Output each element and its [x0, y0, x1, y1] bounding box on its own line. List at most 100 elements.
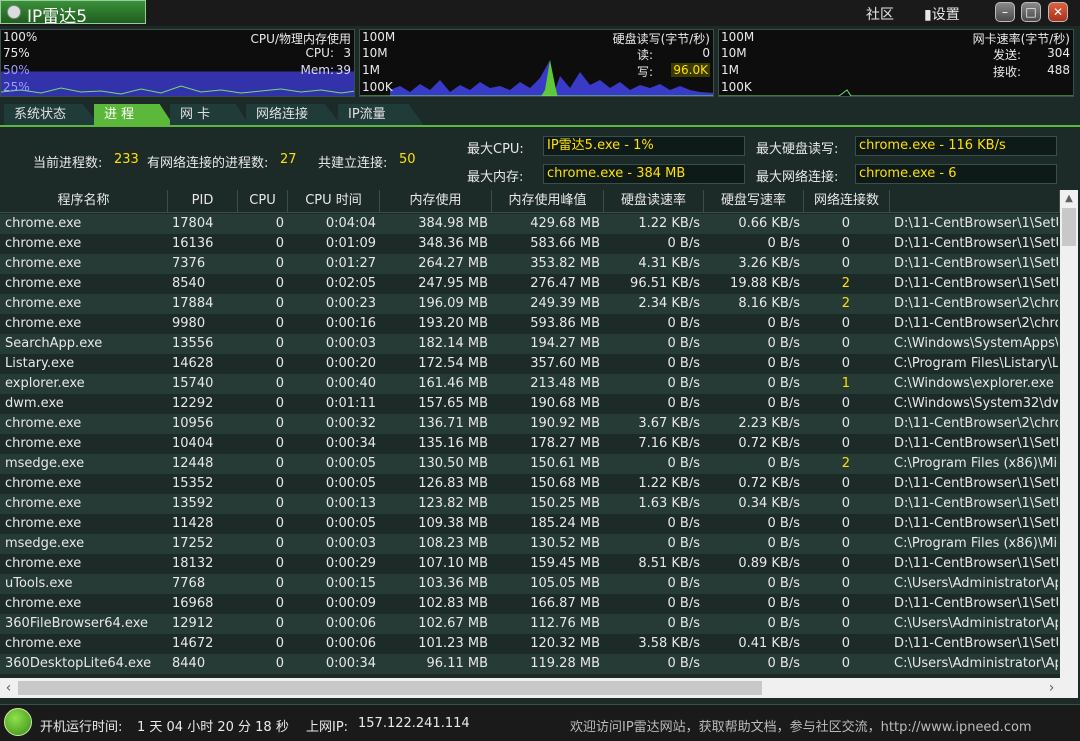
table-row[interactable]: uTools.exe 7768 0 0:00:15 103.36 MB 105.05 MB… — [0, 574, 1060, 594]
cell-col-path: C:\Users\Administrator\App — [894, 616, 1058, 631]
app-logo-icon — [7, 5, 21, 19]
table-row[interactable]: Listary.exe 14628 0 0:00:20 172.54 MB 357.60 … — [0, 354, 1060, 374]
cell-col-disk-write: 0 B/s — [767, 456, 800, 471]
cell-col-net-conn: 0 — [841, 336, 850, 351]
header-col-path[interactable] — [890, 190, 1060, 212]
table-row[interactable]: chrome.exe 7376 0 0:01:27 264.27 MB 353.82 MB… — [0, 254, 1060, 274]
table-row[interactable]: chrome.exe 15352 0 0:00:05 126.83 MB 150.68 M… — [0, 474, 1060, 494]
cell-col-name: 360FileBrowser64.exe — [5, 616, 148, 631]
scroll-left-icon[interactable]: ‹ — [0, 678, 17, 698]
cell-col-mem: 348.36 MB — [418, 236, 488, 251]
cell-col-net-conn: 0 — [841, 576, 850, 591]
disk-panel-title: 硬盘读写(字节/秒) — [612, 32, 710, 46]
header-col-pid[interactable]: PID — [168, 190, 238, 212]
cell-col-pid: 15740 — [172, 376, 214, 391]
cell-col-net-conn: 0 — [841, 596, 850, 611]
net-level-1m: 1M — [721, 63, 739, 77]
header-col-mem[interactable]: 内存使用 — [380, 190, 492, 212]
cell-col-cpu-time: 0:01:09 — [325, 236, 376, 251]
cell-col-cpu: 0 — [275, 576, 284, 591]
cell-col-mem: 161.46 MB — [418, 376, 488, 391]
table-row[interactable]: chrome.exe 8540 0 0:02:05 247.95 MB 276.47 MB… — [0, 274, 1060, 294]
cell-col-mem: 108.23 MB — [418, 536, 488, 551]
table-row[interactable]: dwm.exe 12292 0 0:01:11 157.65 MB 190.68 MB 0 … — [0, 394, 1060, 414]
disk-panel: 100M 10M 1M 100K 硬盘读写(字节/秒) 读: 0 写: 96.0… — [359, 29, 714, 97]
cell-col-disk-read: 7.16 KB/s — [638, 436, 700, 451]
tab-process[interactable]: 进 程 — [94, 104, 174, 126]
header-col-name[interactable]: 程序名称 — [0, 190, 168, 212]
cell-col-net-conn: 0 — [841, 536, 850, 551]
table-row[interactable]: chrome.exe 18132 0 0:00:29 107.10 MB 159.45 M… — [0, 554, 1060, 574]
table-row[interactable]: chrome.exe 13592 0 0:00:13 123.82 MB 150.25 M… — [0, 494, 1060, 514]
tab-connections[interactable]: 网络连接 — [246, 104, 342, 126]
net-panel: 100M 10M 1M 100K 网卡速率(字节/秒) 发送: 304 接收: … — [718, 29, 1074, 97]
settings-link[interactable]: ▮设置 — [924, 4, 960, 24]
cell-col-mem: 384.98 MB — [418, 216, 488, 231]
close-button[interactable]: ✕ — [1048, 2, 1068, 22]
table-row[interactable]: explorer.exe 15740 0 0:00:40 161.46 MB 213.48… — [0, 374, 1060, 394]
table-row[interactable]: SearchApp.exe 13556 0 0:00:03 182.14 MB 194.2… — [0, 334, 1060, 354]
cell-col-cpu: 0 — [275, 636, 284, 651]
table-row[interactable]: chrome.exe 9980 0 0:00:16 193.20 MB 593.86 MB… — [0, 314, 1060, 334]
cell-col-mem-peak: 150.61 MB — [530, 456, 600, 471]
cell-col-name: chrome.exe — [5, 256, 82, 271]
cell-col-pid: 8440 — [172, 656, 206, 671]
cell-col-disk-write: 0.89 KB/s — [738, 556, 800, 571]
cell-col-cpu-time: 0:00:06 — [325, 616, 376, 631]
table-row[interactable]: msedge.exe 12448 0 0:00:05 130.50 MB 150.61 M… — [0, 454, 1060, 474]
cell-col-name: chrome.exe — [5, 276, 82, 291]
cell-col-cpu-time: 0:00:23 — [325, 296, 376, 311]
cell-col-cpu-time: 0:00:03 — [325, 536, 376, 551]
cell-col-path: C:\Program Files (x86)\Micr — [894, 536, 1058, 551]
tab-nic[interactable]: 网 卡 — [170, 104, 250, 126]
horizontal-scrollbar[interactable]: ‹ › — [0, 678, 1060, 698]
table-row[interactable]: chrome.exe 11428 0 0:00:05 109.38 MB 185.24 M… — [0, 514, 1060, 534]
vertical-scroll-thumb[interactable] — [1062, 208, 1076, 246]
cell-col-name: chrome.exe — [5, 236, 82, 251]
community-link[interactable]: 社区 — [866, 4, 894, 24]
scroll-up-icon[interactable]: ▲ — [1060, 190, 1078, 207]
cell-col-disk-read: 0 B/s — [667, 396, 700, 411]
tab-system-status[interactable]: 系统状态 — [4, 104, 100, 126]
table-row[interactable]: chrome.exe 17804 0 0:04:04 384.98 MB 429.68 M… — [0, 214, 1060, 234]
cell-col-name: msedge.exe — [5, 536, 85, 551]
vertical-scrollbar[interactable]: ▲ — [1060, 190, 1078, 678]
cell-col-cpu-time: 0:00:09 — [325, 596, 376, 611]
table-row[interactable]: 360FileBrowser64.exe 12912 0 0:00:06 102.67 … — [0, 614, 1060, 634]
cell-col-net-conn: 0 — [841, 656, 850, 671]
table-row[interactable]: chrome.exe 16968 0 0:00:09 102.83 MB 166.87 M… — [0, 594, 1060, 614]
cell-col-disk-write: 0.34 KB/s — [738, 496, 800, 511]
cell-col-mem: 136.71 MB — [418, 416, 488, 431]
cell-col-disk-write: 0 B/s — [767, 396, 800, 411]
cell-col-cpu: 0 — [275, 276, 284, 291]
maximize-button[interactable]: □ — [1021, 2, 1041, 22]
tab-ip-traffic[interactable]: IP流量 — [338, 104, 424, 126]
table-row[interactable]: chrome.exe 10404 0 0:00:34 135.16 MB 178.27 M… — [0, 434, 1060, 454]
header-col-cpu[interactable]: CPU — [238, 190, 288, 212]
cell-col-pid: 10956 — [172, 416, 214, 431]
cell-col-cpu: 0 — [275, 456, 284, 471]
cell-col-name: chrome.exe — [5, 416, 82, 431]
cell-col-mem: 172.54 MB — [418, 356, 488, 371]
cell-col-mem-peak: 429.68 MB — [530, 216, 600, 231]
header-col-disk-write[interactable]: 硬盘写速率 — [704, 190, 804, 212]
table-row[interactable]: chrome.exe 14672 0 0:00:06 101.23 MB 120.32 M… — [0, 634, 1060, 654]
table-row[interactable]: 360DesktopLite64.exe 8440 0 0:00:34 96.11 MB… — [0, 654, 1060, 674]
header-col-mem-peak[interactable]: 内存使用峰值 — [492, 190, 604, 212]
minimize-button[interactable]: – — [995, 2, 1015, 22]
header-col-cpu-time[interactable]: CPU 时间 — [288, 190, 380, 212]
table-row[interactable]: chrome.exe 10956 0 0:00:32 136.71 MB 190.92 M… — [0, 414, 1060, 434]
table-row[interactable]: chrome.exe 17884 0 0:00:23 196.09 MB 249.39 M… — [0, 294, 1060, 314]
cell-col-net-conn: 0 — [841, 216, 850, 231]
table-row[interactable]: msedge.exe 17252 0 0:00:03 108.23 MB 130.52 M… — [0, 534, 1060, 554]
horizontal-scroll-thumb[interactable] — [18, 681, 762, 695]
cell-col-mem: 264.27 MB — [418, 256, 488, 271]
table-row[interactable]: chrome.exe 16136 0 0:01:09 348.36 MB 583.66 M… — [0, 234, 1060, 254]
cell-col-path: D:\11-CentBrowser\1\SetU — [894, 496, 1058, 511]
header-col-net-conn[interactable]: 网络连接数 — [804, 190, 890, 212]
welcome-link[interactable]: 欢迎访问IP雷达网站，获取帮助文档，参与社区交流，http://www.ipne… — [570, 716, 1032, 735]
cell-col-cpu-time: 0:02:05 — [325, 276, 376, 291]
uptime-value: 1 天 04 小时 20 分 18 秒 — [137, 720, 289, 735]
header-col-disk-read[interactable]: 硬盘读速率 — [604, 190, 704, 212]
scroll-right-icon[interactable]: › — [1043, 678, 1060, 698]
